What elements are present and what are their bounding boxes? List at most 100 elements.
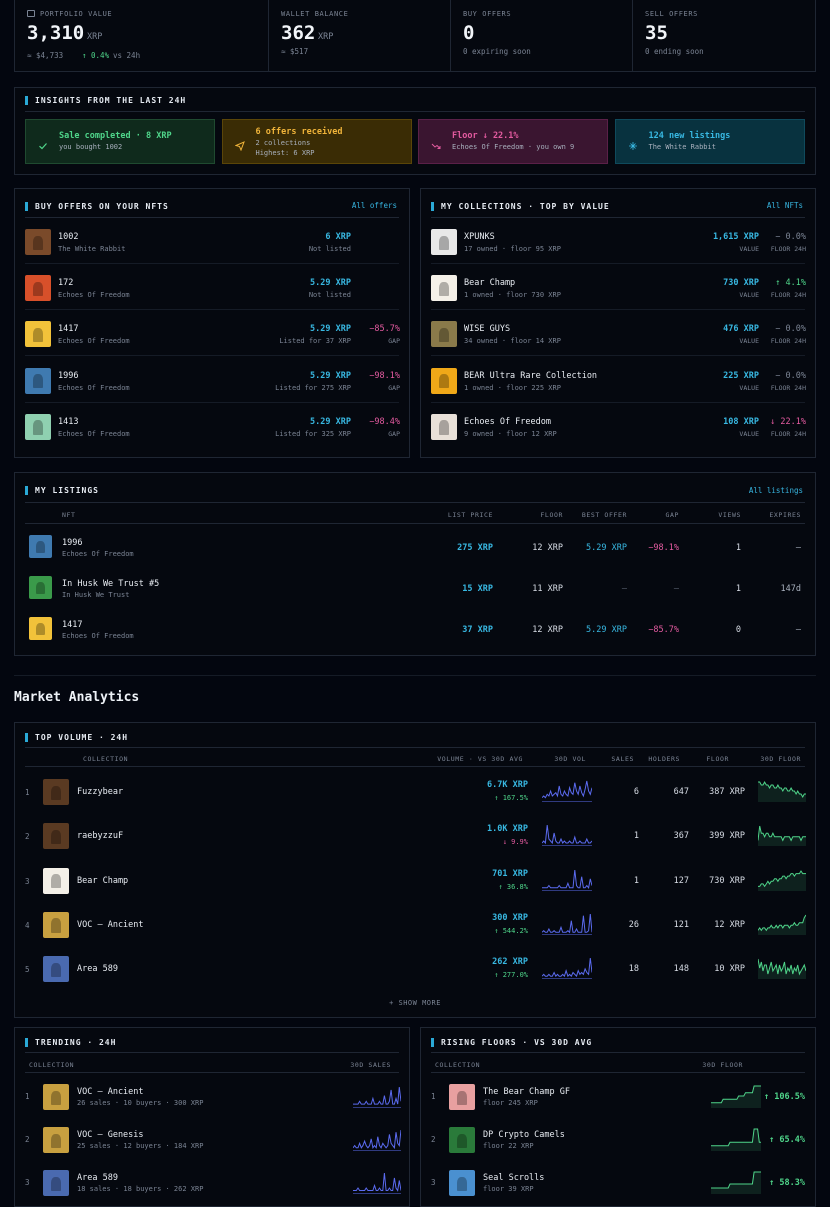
insight-sub: 2 collections xyxy=(255,139,311,147)
trending-row[interactable]: 1 VOC – Ancient 26 sales · 10 buyers · 300… xyxy=(15,1076,409,1119)
nft-thumbnail xyxy=(25,413,51,440)
nft-art xyxy=(35,622,46,636)
list-price: 15 XRP xyxy=(462,584,493,594)
all-listings-link[interactable]: All listings xyxy=(749,486,803,495)
collection-value: 730 XRP xyxy=(723,278,759,289)
nft-collection: Echoes Of Freedom xyxy=(58,291,130,300)
collection-name: Bear Champ xyxy=(77,875,129,886)
listing-row[interactable]: 1417 Echoes Of Freedom 37 XRP 12 XRP 5.29 XR… xyxy=(15,608,815,649)
volume-value: 1.0K XRP xyxy=(487,824,528,835)
volume-sparkline xyxy=(353,1129,401,1151)
volume-row[interactable]: 2 raebyzzuF 1.0K XRP ↓ 9.9% 1 367 399 XRP xyxy=(15,814,815,858)
value-label: VALUE xyxy=(739,291,759,300)
value-label: VALUE xyxy=(739,245,759,253)
volume-row[interactable]: 1 Fuzzybear 6.7K XRP ↑ 167.5% 6 647 387 XRP xyxy=(15,770,815,814)
column-header: VOLUME · VS 30D AVG xyxy=(437,755,523,763)
nft-name: In Husk We Trust #5 xyxy=(62,579,160,589)
show-more-button[interactable]: + SHOW MORE xyxy=(15,999,815,1007)
insight-card[interactable]: 6 offers received 2 collections Highest: 6… xyxy=(221,119,412,164)
floor-change-label: FLOOR 24H xyxy=(770,429,806,438)
floor-price: 12 XRP xyxy=(532,543,563,553)
offer-row[interactable]: 172 Echoes Of Freedom 5.29 XRP Not listed xyxy=(15,264,409,311)
collection-value: 225 XRP xyxy=(723,370,759,381)
floor-change: − 0.0% xyxy=(775,232,806,242)
floor-sparkline xyxy=(758,959,806,980)
rising-floors-title: RISING FLOORS · VS 30D AVG xyxy=(431,1038,592,1047)
rising-row[interactable]: 2 DP Crypto Camels floor 22 XRP ↑ 65.4% xyxy=(421,1119,815,1162)
volume-row[interactable]: 4 VOC – Ancient 300 XRP ↑ 544.2% 26 121 12 XRP xyxy=(15,903,815,947)
nft-thumbnail xyxy=(43,1127,69,1153)
top-volume-title: TOP VOLUME · 24H xyxy=(25,733,128,742)
offer-row[interactable]: 1417 Echoes Of Freedom 5.29 XRP Listed for … xyxy=(15,310,409,357)
sparkline-line xyxy=(542,958,592,978)
nft-name: 1996 xyxy=(58,370,79,381)
all-offers-link[interactable]: All offers xyxy=(352,201,397,210)
nft-thumbnail xyxy=(43,911,69,938)
rising-row[interactable]: 1 The Bear Champ GF floor 245 XRP ↑ 106.5% xyxy=(421,1076,815,1119)
stat-value: 362 xyxy=(281,22,316,44)
collection-row[interactable]: XPUNKS 17 owned · floor 95 XRP 1,615 XRP VA… xyxy=(421,218,815,264)
insight-sub: you bought 1002 xyxy=(59,143,123,151)
nft-art xyxy=(35,540,46,554)
listing-row[interactable]: 1996 Echoes Of Freedom 275 XRP 12 XRP 5.29 X… xyxy=(15,526,815,567)
listing-row[interactable]: In Husk We Trust #5 In Husk We Trust 15 XR… xyxy=(15,567,815,608)
volume-row[interactable]: 3 Bear Champ 701 XRP ↑ 36.8% 1 127 730 XRP xyxy=(15,859,815,903)
insight-card[interactable]: Sale completed · 8 XRP you bought 1002 xyxy=(25,119,215,164)
market-analytics-heading: Market Analytics xyxy=(14,690,140,705)
nft-art xyxy=(50,962,62,977)
nft-collection: Echoes Of Freedom xyxy=(58,429,130,438)
nft-art xyxy=(32,281,44,296)
column-header: VIEWS xyxy=(718,511,741,519)
floor-price: 11 XRP xyxy=(532,584,563,594)
column-header: FLOOR xyxy=(540,511,563,519)
floor-sparkline xyxy=(758,780,806,802)
stat-usd: ≈ $4,733 xyxy=(27,51,64,60)
nft-art xyxy=(438,327,450,343)
collection-row[interactable]: WISE GUYS 34 owned · floor 14 XRP 476 XRP V… xyxy=(421,310,815,357)
offer-row[interactable]: 1996 Echoes Of Freedom 5.29 XRP Listed for … xyxy=(15,357,409,403)
volume-sparkline xyxy=(542,913,592,935)
collection-row[interactable]: BEAR Ultra Rare Collection 1 owned · floo… xyxy=(421,357,815,403)
column-header: COLLECTION xyxy=(435,1061,481,1069)
trending-row[interactable]: 3 Area 589 18 sales · 18 buyers · 262 XRP xyxy=(15,1162,409,1205)
sparkline-fill xyxy=(758,914,806,935)
offer-price: 5.29 XRP xyxy=(310,324,351,335)
nft-thumbnail xyxy=(431,275,457,302)
insight-card[interactable]: Floor ↓ 22.1% Echoes Of Freedom · you own… xyxy=(418,119,608,164)
column-header: BEST OFFER xyxy=(581,511,627,519)
volume-sparkline xyxy=(542,780,592,802)
column-header: 30D VOL xyxy=(554,755,586,763)
buy-offers-title: BUY OFFERS ON YOUR NFTS xyxy=(25,202,169,211)
divider xyxy=(25,747,805,748)
volume-row[interactable]: 5 Area 589 262 XRP ↑ 277.0% 18 148 10 XRP xyxy=(15,947,815,991)
sales-count: 1 xyxy=(633,831,639,842)
stat-buy-offers[interactable]: BUY OFFERS 0 0 expiring soon xyxy=(451,0,633,71)
nft-name: 1996 xyxy=(62,538,83,548)
insight-card[interactable]: 124 new listings The White Rabbit xyxy=(614,119,805,164)
nft-thumbnail xyxy=(449,1084,475,1110)
stat-sell-offers[interactable]: SELL OFFERS 35 0 ending soon xyxy=(633,0,815,71)
floor-sparkline xyxy=(758,869,806,891)
nft-thumbnail xyxy=(25,321,51,348)
offer-row[interactable]: 1413 Echoes Of Freedom 5.29 XRP Listed for … xyxy=(15,403,409,449)
volume-value: 300 XRP xyxy=(492,912,528,923)
nft-art xyxy=(50,1176,62,1191)
column-header: 30D FLOOR xyxy=(702,1061,743,1069)
gap-value: −98.1% xyxy=(648,543,679,553)
floor-sparkline xyxy=(758,826,806,847)
offer-price: 5.29 XRP xyxy=(310,416,351,427)
column-header: COLLECTION xyxy=(29,1061,75,1069)
floor-change-label: FLOOR 24H xyxy=(770,245,806,253)
all-nfts-link[interactable]: All NFTs xyxy=(767,201,803,210)
offer-row[interactable]: 1002 The White Rabbit 6 XRP Not listed xyxy=(15,218,409,264)
floor-price: 10 XRP xyxy=(714,964,745,975)
rank: 1 xyxy=(25,1092,30,1101)
collection-row[interactable]: Bear Champ 1 owned · floor 730 XRP 730 XRP… xyxy=(421,264,815,311)
trending-row[interactable]: 2 VOC – Genesis 25 sales · 12 buyers · 184… xyxy=(15,1119,409,1162)
nft-collection: In Husk We Trust xyxy=(62,591,130,599)
nft-art xyxy=(456,1176,468,1191)
collection-name: Seal Scrolls xyxy=(483,1173,545,1183)
collection-row[interactable]: Echoes Of Freedom 9 owned · floor 12 XRP 1… xyxy=(421,403,815,449)
rising-row[interactable]: 3 Seal Scrolls floor 39 XRP ↑ 58.3% xyxy=(421,1162,815,1205)
nft-art xyxy=(50,918,62,933)
